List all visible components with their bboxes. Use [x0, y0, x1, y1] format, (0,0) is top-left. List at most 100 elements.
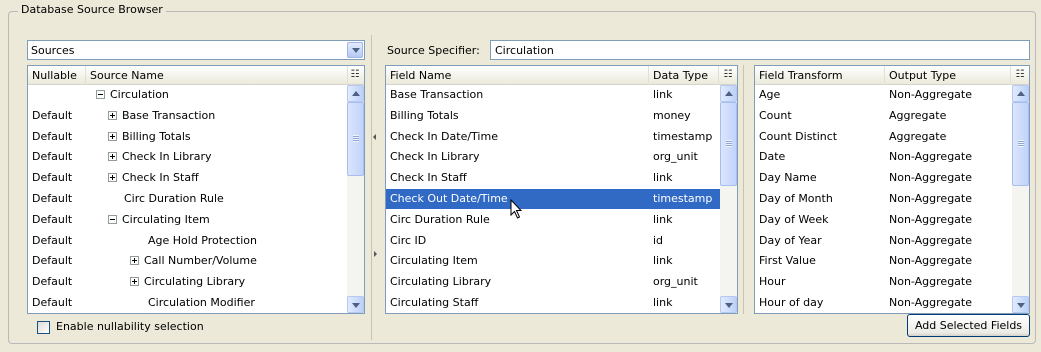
add-selected-fields-button[interactable]: Add Selected Fields: [907, 314, 1030, 337]
source-tree-row[interactable]: Default Check In Staff: [28, 168, 348, 188]
source-tree-row[interactable]: Default Circ Duration Rule: [28, 189, 348, 209]
tree-collapse-icon[interactable]: [108, 214, 117, 224]
source-tree-row[interactable]: Default Base Transaction: [28, 106, 348, 126]
source-name-cell: Circulation Modifier: [144, 293, 348, 313]
data-type-cell: org_unit: [653, 275, 698, 289]
source-name-label: Call Number/Volume: [144, 254, 257, 268]
source-tree-row[interactable]: Default Age Hold Protection: [28, 231, 348, 251]
field-row[interactable]: Circ ID id: [386, 231, 721, 251]
tree-expand-icon[interactable]: [108, 173, 117, 183]
source-tree-scrollbar[interactable]: [347, 85, 364, 313]
column-picker-icon[interactable]: ☷: [349, 69, 361, 81]
source-tree-table[interactable]: Nullable Source Name ☷ Circulation Defaul…: [27, 65, 365, 314]
field-row[interactable]: Billing Totals money: [386, 106, 721, 126]
transform-row[interactable]: Count Aggregate: [755, 106, 1013, 126]
nullable-cell: Default: [32, 108, 73, 122]
transform-row[interactable]: Count Distinct Aggregate: [755, 127, 1013, 147]
field-table-header: Field Name Data Type ☷: [386, 66, 737, 85]
scroll-down-icon[interactable]: [1012, 296, 1029, 313]
output-type-cell: Non-Aggregate: [889, 254, 972, 268]
field-row[interactable]: Circulating Staff link: [386, 293, 721, 313]
scroll-down-icon[interactable]: [720, 296, 737, 313]
nullable-cell: Default: [32, 275, 73, 289]
source-tree-row[interactable]: Default Call Number/Volume: [28, 251, 348, 271]
field-name-cell: Circulating Library: [390, 275, 492, 289]
field-table[interactable]: Field Name Data Type ☷ Base Transaction l…: [385, 65, 738, 314]
transform-row[interactable]: Day of Month Non-Aggregate: [755, 189, 1013, 209]
source-specifier-field[interactable]: Circulation: [490, 40, 1030, 60]
source-tree-row[interactable]: Default Circulating Item: [28, 210, 348, 230]
tree-collapse-icon[interactable]: [96, 90, 105, 99]
sources-combo[interactable]: Sources: [27, 40, 365, 60]
chevron-down-icon[interactable]: [347, 42, 363, 58]
source-name-cell: Check In Library: [104, 147, 348, 167]
source-name-label: Age Hold Protection: [148, 233, 257, 247]
splitter-right[interactable]: [743, 65, 749, 314]
column-header-data-type[interactable]: Data Type: [649, 66, 719, 85]
transform-row[interactable]: Age Non-Aggregate: [755, 85, 1013, 105]
splitter-grip: [373, 130, 376, 140]
column-header-field-name[interactable]: Field Name: [386, 66, 649, 85]
field-row[interactable]: Circulating Item link: [386, 251, 721, 271]
source-name-cell: Base Transaction: [104, 106, 348, 126]
source-name-label: Base Transaction: [122, 108, 216, 122]
transform-row[interactable]: Date Non-Aggregate: [755, 147, 1013, 167]
field-row[interactable]: Check In Staff link: [386, 168, 721, 188]
field-row[interactable]: Check In Date/Time timestamp: [386, 127, 721, 147]
tree-expand-icon[interactable]: [108, 110, 117, 120]
scroll-up-icon[interactable]: [720, 85, 737, 102]
transform-row[interactable]: First Value Non-Aggregate: [755, 251, 1013, 271]
field-row[interactable]: Check In Library org_unit: [386, 147, 721, 167]
source-tree-row[interactable]: Circulation: [28, 85, 348, 105]
column-header-output-type[interactable]: Output Type: [885, 66, 1011, 85]
source-name-cell: Check In Staff: [104, 168, 348, 188]
tree-expand-icon[interactable]: [108, 152, 117, 162]
output-type-cell: Non-Aggregate: [889, 296, 972, 309]
nullable-cell: Default: [32, 212, 73, 226]
column-picker-icon[interactable]: ☷: [722, 69, 734, 81]
transform-row[interactable]: Hour of day Non-Aggregate: [755, 293, 1013, 313]
source-tree-row[interactable]: Default Circulating Library: [28, 272, 348, 292]
transform-row[interactable]: Day of Year Non-Aggregate: [755, 231, 1013, 251]
scroll-thumb[interactable]: [347, 102, 364, 176]
nullable-cell: Default: [32, 254, 73, 268]
scroll-up-icon[interactable]: [347, 85, 364, 102]
tree-expand-icon[interactable]: [108, 131, 117, 141]
field-row[interactable]: Base Transaction link: [386, 85, 721, 105]
column-header-nullable[interactable]: Nullable: [28, 66, 86, 85]
source-tree-row[interactable]: Default Billing Totals: [28, 127, 348, 147]
transform-table-scrollbar[interactable]: [1012, 85, 1029, 313]
column-picker-icon[interactable]: ☷: [1014, 69, 1026, 81]
field-transform-cell: Hour: [759, 275, 786, 289]
transform-table[interactable]: Field Transform Output Type ☷ Age Non-Agg…: [754, 65, 1030, 314]
scroll-thumb[interactable]: [1012, 102, 1029, 186]
field-transform-cell: Day of Week: [759, 212, 829, 226]
field-row[interactable]: Circulating Library org_unit: [386, 272, 721, 292]
tree-expand-icon[interactable]: [130, 277, 139, 287]
transform-row[interactable]: Hour Non-Aggregate: [755, 272, 1013, 292]
source-tree-row[interactable]: Default Check In Library: [28, 147, 348, 167]
field-transform-cell: Date: [759, 150, 786, 164]
field-name-cell: Circulating Staff: [390, 296, 479, 309]
tree-expand-icon[interactable]: [130, 256, 139, 266]
nullability-label: Enable nullability selection: [56, 320, 204, 333]
scroll-thumb[interactable]: [720, 102, 737, 186]
field-row[interactable]: Check Out Date/Time timestamp: [386, 189, 721, 209]
scroll-up-icon[interactable]: [1012, 85, 1029, 102]
field-table-scrollbar[interactable]: [720, 85, 737, 313]
field-row[interactable]: Circ Duration Rule link: [386, 210, 721, 230]
transform-row[interactable]: Day Name Non-Aggregate: [755, 168, 1013, 188]
transform-row[interactable]: Day of Week Non-Aggregate: [755, 210, 1013, 230]
nullability-checkbox[interactable]: [37, 321, 50, 334]
field-transform-cell: Count: [759, 108, 792, 122]
scroll-down-icon[interactable]: [347, 296, 364, 313]
column-header-source-name[interactable]: Source Name: [86, 66, 348, 85]
splitter-left[interactable]: [371, 35, 377, 340]
output-type-cell: Non-Aggregate: [889, 88, 972, 101]
source-tree-row[interactable]: Default Circulation Modifier: [28, 293, 348, 313]
field-transform-cell: First Value: [759, 254, 816, 268]
source-name-cell: Circulation: [92, 85, 348, 105]
source-name-cell: Age Hold Protection: [144, 231, 348, 251]
column-header-field-transform[interactable]: Field Transform: [755, 66, 885, 85]
source-name-cell: Call Number/Volume: [126, 251, 348, 271]
